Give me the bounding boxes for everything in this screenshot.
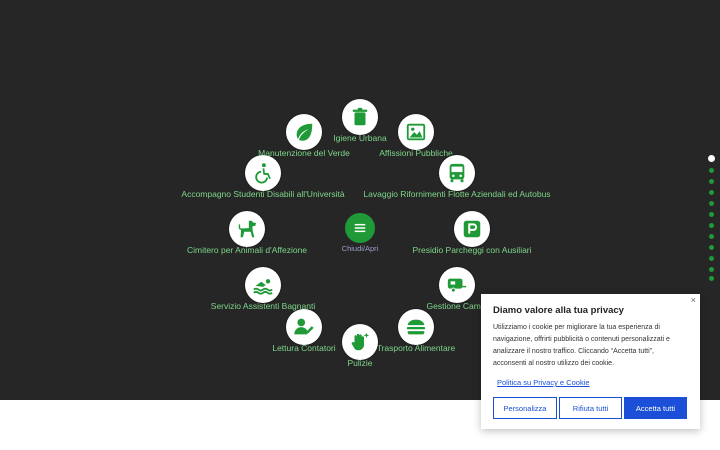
menu-label-affissioni-pubbliche[interactable]: Affissioni Pubbliche: [379, 148, 453, 158]
section-dot[interactable]: [709, 245, 714, 250]
section-dot[interactable]: [709, 276, 714, 281]
swimmer-icon: [253, 279, 273, 295]
close-icon[interactable]: ×: [691, 295, 696, 305]
hand-sparkle-icon: [351, 332, 370, 351]
section-dot[interactable]: [709, 256, 714, 261]
leaf-icon: [296, 123, 313, 141]
section-dot[interactable]: [709, 212, 714, 217]
cookie-consent-banner: × Diamo valore alla tua privacy Utilizzi…: [481, 294, 700, 429]
menu-item-igiene-urbana[interactable]: [342, 99, 378, 135]
menu-label-accompagno-studenti[interactable]: Accompagno Studenti Disabili all'Univers…: [181, 189, 344, 199]
menu-item-manutenzione-verde[interactable]: [286, 114, 322, 150]
menu-item-accompagno-studenti[interactable]: [245, 155, 281, 191]
menu-label-lavaggio-flotte[interactable]: Lavaggio Rifornimenti Flotte Aziendali e…: [363, 189, 550, 199]
menu-label-manutenzione-verde[interactable]: Manutenzione del Verde: [258, 148, 350, 158]
menu-label-igiene-urbana[interactable]: Igiene Urbana: [333, 133, 386, 143]
menu-item-lavaggio-flotte[interactable]: [439, 155, 475, 191]
section-dot[interactable]: [709, 223, 714, 228]
menu-label-pulizie[interactable]: Pulizie: [347, 358, 372, 368]
menu-item-affissioni-pubbliche[interactable]: [398, 114, 434, 150]
parking-icon: [463, 220, 481, 238]
section-dot[interactable]: [709, 179, 714, 184]
section-dot[interactable]: [709, 201, 714, 206]
menu-label-gestione-campi[interactable]: Gestione Campi: [427, 301, 488, 311]
privacy-policy-link[interactable]: Politica su Privacy e Cookie: [497, 378, 590, 387]
menu-label-cimitero-animali[interactable]: Cimitero per Animali d'Affezione: [187, 245, 307, 255]
hamburger-icon: [354, 223, 366, 233]
menu-item-gestione-campi[interactable]: [439, 267, 475, 303]
menu-item-lettura-contatori[interactable]: [286, 309, 322, 345]
menu-toggle-label[interactable]: Chiudi/Apri: [342, 244, 379, 253]
menu-item-trasporto-alimentare[interactable]: [398, 309, 434, 345]
section-nav-dots: [706, 155, 718, 281]
customize-button[interactable]: Personalizza: [493, 397, 557, 419]
user-edit-icon: [294, 318, 314, 335]
image-icon: [406, 123, 426, 141]
menu-label-lettura-contatori[interactable]: Lettura Contatori: [272, 343, 335, 353]
menu-toggle-button[interactable]: [345, 213, 375, 243]
section-dot-active[interactable]: [708, 155, 715, 162]
burger-icon: [406, 319, 426, 335]
reject-all-button[interactable]: Rifiuta tutti: [559, 397, 622, 419]
menu-item-assistenti-bagnanti[interactable]: [245, 267, 281, 303]
section-dot[interactable]: [709, 190, 714, 195]
caravan-icon: [447, 278, 467, 293]
menu-item-pulizie[interactable]: [342, 324, 378, 360]
dog-icon: [238, 220, 257, 238]
trash-icon: [352, 107, 368, 126]
menu-label-presidio-parcheggi[interactable]: Presidio Parcheggi con Ausiliari: [412, 245, 531, 255]
section-dot[interactable]: [709, 267, 714, 272]
section-dot[interactable]: [709, 234, 714, 239]
section-dot[interactable]: [709, 168, 714, 173]
menu-label-assistenti-bagnanti[interactable]: Servizio Assistenti Bagnanti: [211, 301, 315, 311]
wheelchair-icon: [255, 163, 271, 184]
cookie-title: Diamo valore alla tua privacy: [493, 305, 624, 316]
menu-item-presidio-parcheggi[interactable]: [454, 211, 490, 247]
menu-label-trasporto-alimentare[interactable]: Trasporto Alimentare: [377, 343, 456, 353]
bus-icon: [449, 163, 465, 183]
accept-all-button[interactable]: Accetta tutti: [624, 397, 687, 419]
menu-item-cimitero-animali[interactable]: [229, 211, 265, 247]
cookie-text: Utilizziamo i cookie per migliorare la t…: [493, 324, 670, 367]
